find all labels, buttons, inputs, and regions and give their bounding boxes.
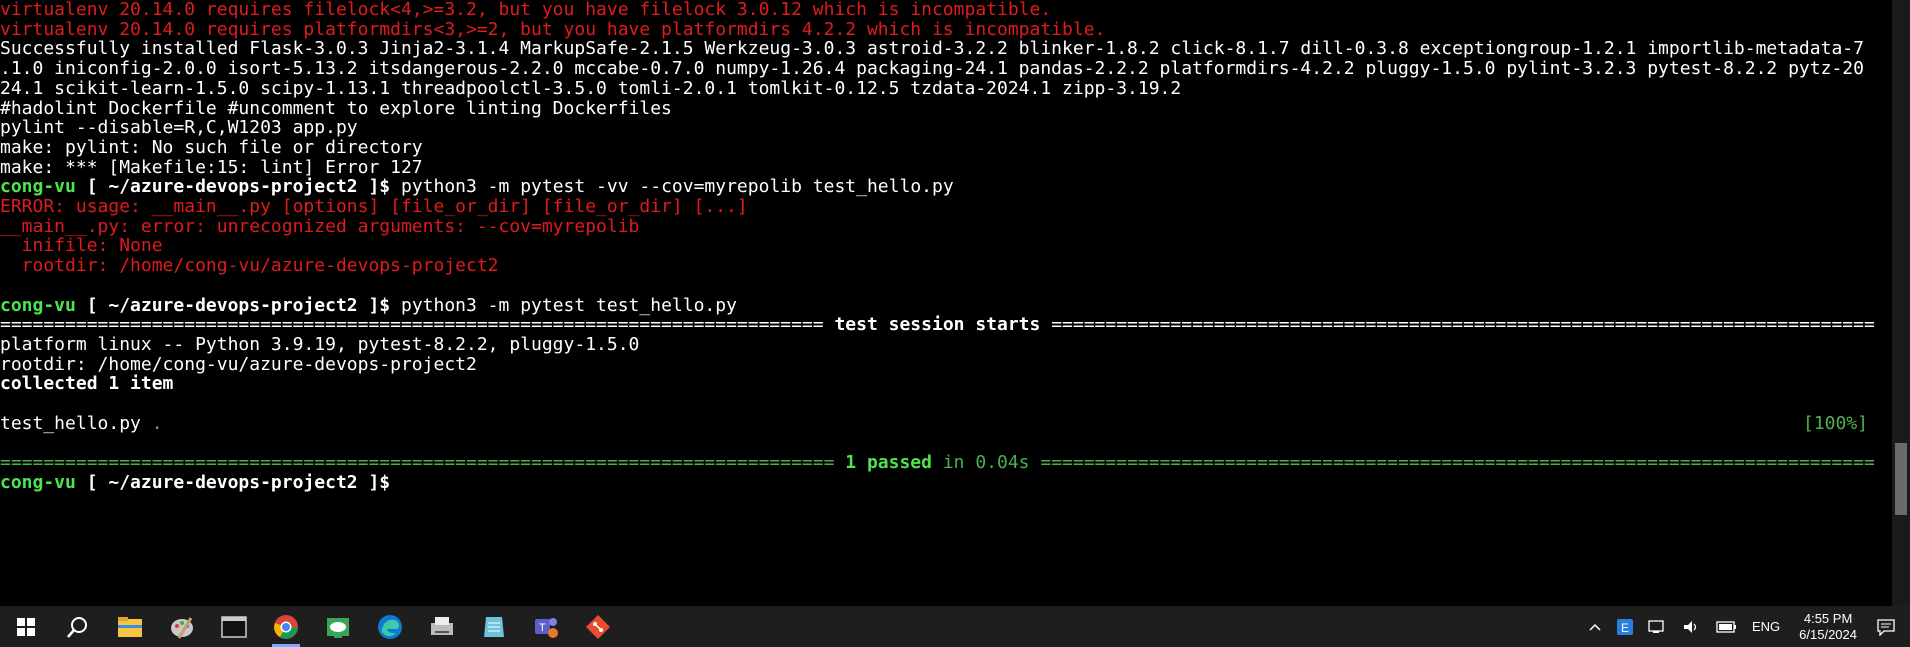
git-icon[interactable] [572,606,624,647]
file-explorer-icon[interactable] [104,606,156,647]
taskbar: T E ENG 4:55 PM 6/15/2024 [0,606,1910,647]
terminal-line: rootdir: /home/cong-vu/azure-devops-proj… [0,254,499,278]
terminal-line: cong-vu [ ~/azure-devops-project2 ]$ [0,471,401,495]
clock[interactable]: 4:55 PM 6/15/2024 [1787,611,1869,643]
svg-text:E: E [1621,621,1629,635]
chevron-up-icon[interactable] [1581,622,1609,632]
clock-date: 6/15/2024 [1799,626,1857,642]
terminal-text: test session starts [834,314,1041,336]
cloud-app-icon[interactable] [312,606,364,647]
language-indicator[interactable]: ENG [1745,619,1787,634]
terminal-window[interactable]: virtualenv 20.14.0 requires filelock<4,>… [0,0,1892,606]
progress-percent: [100%] [1802,412,1868,434]
notes-icon[interactable] [468,606,520,647]
volume-icon[interactable] [1675,619,1709,635]
terminal-text: . [151,412,163,434]
teams-icon[interactable]: T [520,606,572,647]
terminal-text: ]$ [357,471,401,493]
scanner-icon[interactable] [416,606,468,647]
taskbar-apps: T [0,606,624,647]
terminal-text: rootdir: /home/cong-vu/azure-devops-proj… [0,255,499,277]
terminal-text: ========================================… [1040,314,1875,336]
edge-tray-icon[interactable]: E [1609,618,1641,636]
terminal-line: test_hello.py . [0,412,163,436]
paint-brush-icon[interactable] [156,606,208,647]
svg-text:T: T [539,622,546,634]
terminal-text: test_hello.py [0,412,152,434]
terminal-text: cong-vu [0,471,76,493]
terminal-text: collected 1 item [0,373,174,395]
search-icon[interactable] [52,606,104,647]
edge-icon[interactable] [364,606,416,647]
terminal-icon[interactable] [208,606,260,647]
scrollbar-thumb[interactable] [1895,442,1907,516]
chrome-icon[interactable] [260,606,312,647]
terminal-text: 1 passed [845,452,932,474]
terminal-scrollbar[interactable] [1892,0,1910,606]
terminal-text: in 0.04s [931,452,1030,474]
terminal-text: ========================================… [1029,452,1875,474]
system-tray: E ENG 4:55 PM 6/15/2024 [1581,606,1910,647]
terminal-text: ~/azure-devops-project2 [108,471,358,493]
notifications-icon[interactable] [1869,618,1910,636]
clock-time: 4:55 PM [1803,610,1853,626]
terminal-text: [ [75,471,109,493]
battery-icon[interactable] [1709,620,1745,634]
terminal-line: collected 1 item [0,372,173,396]
network-icon[interactable] [1641,619,1675,635]
windows-logo-icon[interactable] [0,606,52,647]
